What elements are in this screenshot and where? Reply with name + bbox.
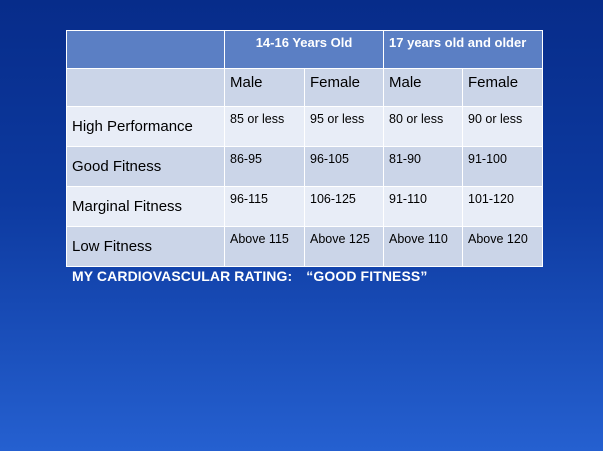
heart-rate-fitness-table: 14-16 Years Old 17 years old and older M… [66, 30, 544, 267]
table-cell: 80 or less [383, 106, 464, 147]
table-cell: Above 120 [462, 226, 544, 267]
cardiovascular-rating: MY CARDIOVASCULAR RATING: “GOOD FITNESS” [72, 268, 427, 284]
table-row: Marginal Fitness 96-115 106-125 91-110 1… [66, 186, 544, 227]
table-cell: Above 125 [303, 226, 385, 267]
table-cell: 91-110 [383, 186, 464, 227]
table-row: High Performance 85 or less 95 or less 8… [66, 106, 544, 147]
table-cell: Above 110 [383, 226, 464, 267]
gender-header-empty [66, 68, 225, 107]
corner-header-cell [66, 30, 225, 69]
age-group-header-17-plus: 17 years old and older [383, 30, 544, 69]
table-cell: Above 115 [224, 226, 305, 267]
table-cell: 96-115 [224, 186, 305, 227]
row-label: High Performance [66, 106, 225, 147]
age-group-header-14-16: 14-16 Years Old [223, 30, 385, 69]
table-row: Good Fitness 86-95 96-105 81-90 91-100 [66, 146, 544, 187]
table-cell: 96-105 [303, 146, 385, 187]
gender-header-female-14-16: Female [303, 68, 385, 107]
table-row: Low Fitness Above 115 Above 125 Above 11… [66, 226, 544, 267]
table-cell: 101-120 [462, 186, 544, 227]
slide: 14-16 Years Old 17 years old and older M… [0, 0, 603, 451]
gender-header-female-17-plus: Female [462, 68, 544, 107]
row-label: Low Fitness [66, 226, 225, 267]
gender-header-male-14-16: Male [224, 68, 305, 107]
rating-label: MY CARDIOVASCULAR RATING: [72, 268, 293, 284]
table-cell: 81-90 [383, 146, 464, 187]
table-cell: 91-100 [462, 146, 544, 187]
gender-header-row: Male Female Male Female [66, 68, 544, 107]
table-cell: 106-125 [303, 186, 385, 227]
table-cell: 90 or less [462, 106, 544, 147]
gender-header-male-17-plus: Male [383, 68, 464, 107]
table-cell: 85 or less [224, 106, 305, 147]
age-group-header-row: 14-16 Years Old 17 years old and older [66, 30, 544, 69]
table-cell: 86-95 [224, 146, 305, 187]
rating-value: “GOOD FITNESS” [306, 268, 428, 284]
row-label: Good Fitness [66, 146, 225, 187]
table-cell: 95 or less [303, 106, 385, 147]
row-label: Marginal Fitness [66, 186, 225, 227]
